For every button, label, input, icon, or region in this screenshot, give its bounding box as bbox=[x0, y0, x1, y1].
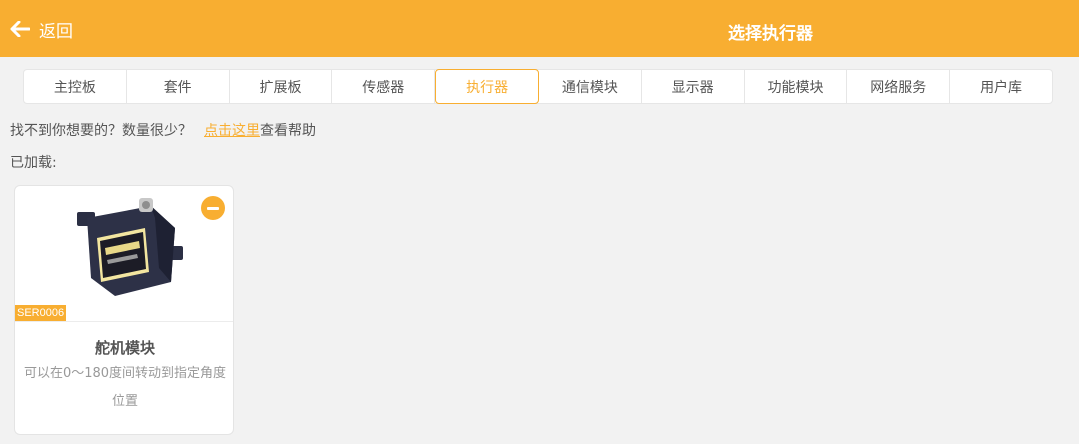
module-image-area: SER0006 bbox=[15, 186, 233, 322]
tab-kit[interactable]: 套件 bbox=[127, 70, 230, 103]
module-name: 舵机模块 bbox=[94, 339, 155, 357]
tab-actuator[interactable]: 执行器 bbox=[435, 69, 539, 104]
tab-network-service[interactable]: 网络服务 bbox=[847, 70, 951, 103]
tab-display[interactable]: 显示器 bbox=[642, 70, 745, 103]
loaded-label: 已加载: bbox=[10, 155, 57, 171]
tab-sensor[interactable]: 传感器 bbox=[332, 70, 436, 103]
tab-communication-module[interactable]: 通信模块 bbox=[539, 70, 642, 103]
help-text: 找不到你想要的？数量很少？ 点击这里查看帮助 bbox=[10, 120, 316, 140]
module-card[interactable]: SER0006 舵机模块 可以在0～180度间转动到指定角度位置 bbox=[14, 185, 234, 435]
help-suffix: 查看帮助 bbox=[260, 123, 316, 139]
servo-motor-image bbox=[77, 198, 183, 296]
sku-badge: SER0006 bbox=[15, 305, 67, 321]
tab-function-module[interactable]: 功能模块 bbox=[745, 70, 848, 103]
tab-user-library[interactable]: 用户库 bbox=[950, 70, 1052, 103]
page-title: 选择执行器 bbox=[728, 24, 813, 44]
header-bar: 返回 选择执行器 bbox=[0, 0, 1079, 57]
tab-main-board[interactable]: 主控板 bbox=[24, 70, 127, 103]
help-prefix: 找不到你想要的？数量很少？ bbox=[10, 123, 192, 139]
module-description: 可以在0～180度间转动到指定角度位置 bbox=[23, 366, 227, 409]
help-link[interactable]: 点击这里 bbox=[204, 123, 260, 139]
minus-circle-icon[interactable] bbox=[201, 196, 225, 220]
category-tabs: 主控板 套件 扩展板 传感器 执行器 通信模块 显示器 功能模块 网络服务 用户… bbox=[23, 69, 1053, 104]
tab-expansion-board[interactable]: 扩展板 bbox=[230, 70, 333, 103]
